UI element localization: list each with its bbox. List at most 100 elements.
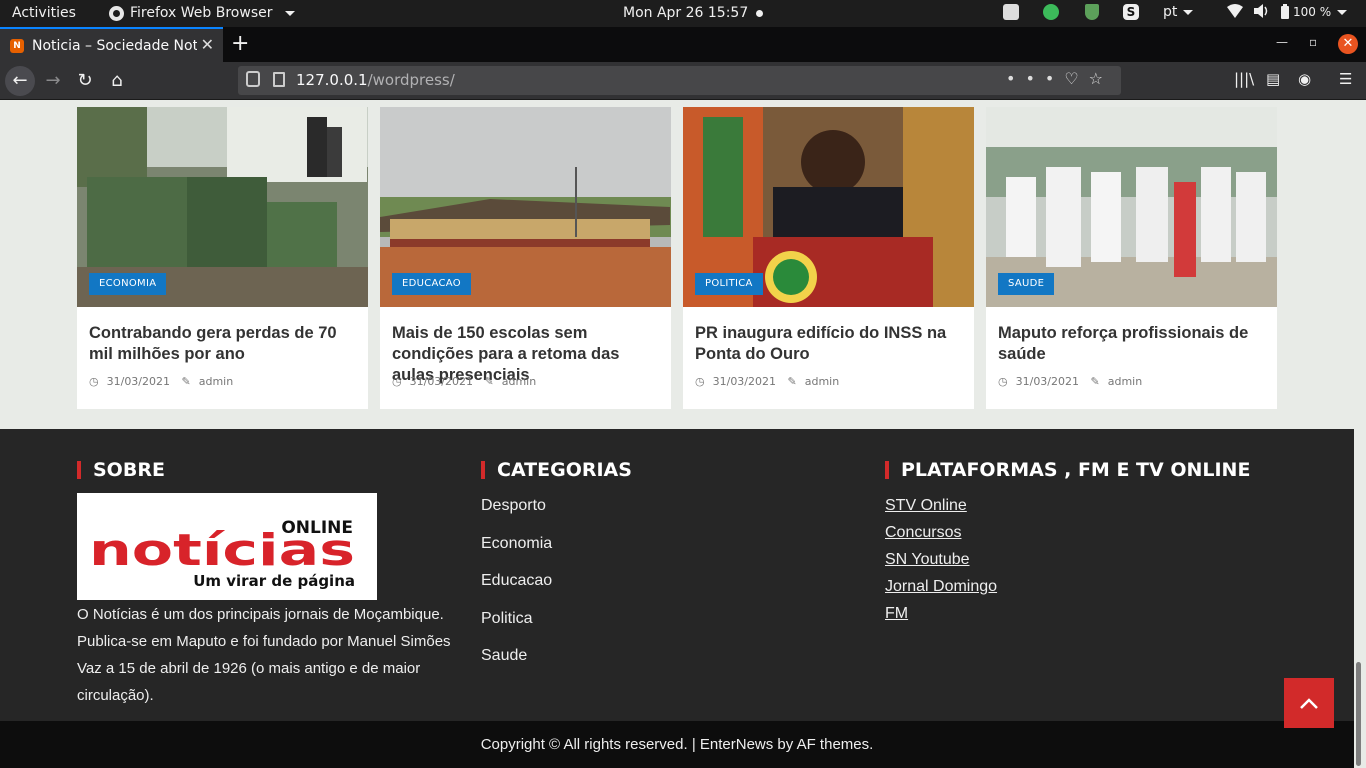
article-date[interactable]: 31/03/2021 <box>1016 375 1079 388</box>
skype-icon[interactable]: S <box>1123 4 1139 20</box>
new-tab-button[interactable]: + <box>231 31 249 56</box>
volume-icon[interactable] <box>1253 3 1271 19</box>
category-badge[interactable]: POLITICA <box>695 273 763 295</box>
app-name: Firefox Web Browser <box>130 5 273 21</box>
article-meta: ◷ 31/03/2021 ✎ admin <box>392 375 544 388</box>
article-title[interactable]: PR inaugura edifício do INSS na Ponta do… <box>695 323 963 365</box>
article-date[interactable]: 31/03/2021 <box>107 375 170 388</box>
article-author[interactable]: admin <box>199 375 233 388</box>
url-bar[interactable]: 127.0.0.1/wordpress/ •••♡☆ <box>238 66 1121 95</box>
account-icon[interactable]: ◉ <box>1298 70 1311 88</box>
article-meta: ◷ 31/03/2021 ✎ admin <box>89 375 241 388</box>
reload-icon[interactable]: ↻ <box>70 66 100 96</box>
edit-icon: ✎ <box>484 375 494 388</box>
copyright-bar: Copyright © All rights reserved. | Enter… <box>0 721 1354 768</box>
article-author[interactable]: admin <box>805 375 839 388</box>
language-selector[interactable]: pt <box>1163 4 1194 20</box>
category-list: Desporto Economia Educacao Politica Saud… <box>481 497 552 685</box>
article-card[interactable]: SAUDE Maputo reforça profissionais de sa… <box>986 107 1277 409</box>
maximize-button[interactable]: ▫ <box>1309 35 1317 49</box>
footer-heading-sobre: SOBRE <box>77 461 165 480</box>
tab-title: Noticia – Sociedade Notícias <box>32 37 197 54</box>
library-icon[interactable]: |||\ <box>1234 70 1254 88</box>
minimize-button[interactable]: — <box>1276 35 1288 49</box>
home-icon[interactable]: ⌂ <box>102 66 132 96</box>
window-close-button[interactable]: ✕ <box>1338 34 1358 54</box>
footer-heading-categorias: CATEGORIAS <box>481 461 632 480</box>
category-badge[interactable]: ECONOMIA <box>89 273 167 295</box>
article-author[interactable]: admin <box>502 375 536 388</box>
category-badge[interactable]: EDUCACAO <box>392 273 471 295</box>
clock[interactable]: Mon Apr 26 15:57 <box>623 5 748 21</box>
bookmark-star-icon[interactable]: ☆ <box>1089 69 1113 88</box>
article-meta: ◷ 31/03/2021 ✎ admin <box>998 375 1150 388</box>
page-content: ECONOMIA Contrabando gera perdas de 70 m… <box>0 100 1354 768</box>
clock-icon: ◷ <box>89 375 99 388</box>
navigation-toolbar: ← → ↻ ⌂ 127.0.0.1/wordpress/ •••♡☆ |||\ … <box>0 62 1366 100</box>
category-link[interactable]: Educacao <box>481 572 552 610</box>
activities-button[interactable]: Activities <box>12 5 76 21</box>
platform-link[interactable]: FM <box>885 605 997 632</box>
tab-close-icon[interactable]: ✕ <box>201 35 214 54</box>
category-link[interactable]: Desporto <box>481 497 552 535</box>
whatsapp-icon[interactable] <box>1043 4 1059 20</box>
article-title[interactable]: Maputo reforça profissionais de saúde <box>998 323 1266 365</box>
shield-icon[interactable] <box>1085 4 1099 20</box>
edit-icon: ✎ <box>787 375 797 388</box>
article-card[interactable]: EDUCACAO Mais de 150 escolas sem condiçõ… <box>380 107 671 409</box>
tab-bar: N Noticia – Sociedade Notícias ✕ + — ▫ <box>0 27 1366 62</box>
platform-link[interactable]: Concursos <box>885 524 997 551</box>
article-meta: ◷ 31/03/2021 ✎ admin <box>695 375 847 388</box>
app-menu[interactable]: Firefox Web Browser <box>109 5 295 21</box>
site-logo[interactable]: ONLINE notícias Um virar de página <box>77 493 377 600</box>
back-icon[interactable]: ← <box>5 66 35 96</box>
clock-icon: ◷ <box>392 375 402 388</box>
system-top-bar: Activities Firefox Web Browser Mon Apr 2… <box>0 0 1366 27</box>
url-text[interactable]: 127.0.0.1/wordpress/ <box>296 71 455 89</box>
tab-active[interactable]: N Noticia – Sociedade Notícias ✕ <box>0 27 223 62</box>
category-link[interactable]: Politica <box>481 610 552 648</box>
edit-icon: ✎ <box>181 375 191 388</box>
site-favicon-icon: N <box>10 38 24 53</box>
platform-link[interactable]: Jornal Domingo <box>885 578 997 605</box>
footer-heading-plataformas: PLATAFORMAS , FM E TV ONLINE <box>885 461 1250 480</box>
tray-screen-icon[interactable] <box>1003 4 1019 20</box>
platform-list: STV Online Concursos SN Youtube Jornal D… <box>885 497 997 632</box>
sidebar-icon[interactable]: ▤ <box>1266 70 1280 88</box>
page-actions-icon[interactable]: ••• <box>1006 69 1064 88</box>
article-date[interactable]: 31/03/2021 <box>713 375 776 388</box>
article-date[interactable]: 31/03/2021 <box>410 375 473 388</box>
edit-icon: ✎ <box>1090 375 1100 388</box>
platform-link[interactable]: SN Youtube <box>885 551 997 578</box>
tracking-protection-icon[interactable] <box>246 71 260 87</box>
logo-main-text: notícias <box>89 525 355 576</box>
clock-icon: ◷ <box>695 375 705 388</box>
notification-dot <box>756 10 763 17</box>
platform-link[interactable]: STV Online <box>885 497 997 524</box>
category-badge[interactable]: SAUDE <box>998 273 1055 295</box>
language-label: pt <box>1163 4 1178 20</box>
logo-tagline-text: Um virar de página <box>193 572 355 590</box>
category-link[interactable]: Saude <box>481 647 552 685</box>
scroll-to-top-button[interactable] <box>1284 678 1334 728</box>
scrollbar-thumb[interactable] <box>1356 662 1361 766</box>
battery-label: 100 % <box>1293 5 1332 19</box>
firefox-icon <box>109 5 124 21</box>
category-link[interactable]: Economia <box>481 535 552 573</box>
forward-icon[interactable]: → <box>38 66 68 96</box>
pocket-icon[interactable]: ♡ <box>1064 69 1088 88</box>
site-footer: SOBRE ONLINE notícias Um virar de página… <box>0 429 1354 721</box>
page-info-icon[interactable] <box>273 72 285 87</box>
article-author[interactable]: admin <box>1108 375 1142 388</box>
article-title[interactable]: Contrabando gera perdas de 70 mil milhõe… <box>89 323 357 365</box>
app-menu-caret-icon <box>284 10 295 16</box>
article-card[interactable]: POLITICA PR inaugura edifício do INSS na… <box>683 107 974 409</box>
about-text: O Notícias é um dos principais jornais d… <box>77 606 451 704</box>
menu-icon[interactable]: ☰ <box>1339 70 1352 88</box>
clock-icon: ◷ <box>998 375 1008 388</box>
wifi-icon[interactable] <box>1226 3 1244 19</box>
battery-status[interactable]: 100 % <box>1280 4 1348 20</box>
chevron-up-icon <box>1300 698 1318 709</box>
battery-icon <box>1281 4 1289 19</box>
article-card[interactable]: ECONOMIA Contrabando gera perdas de 70 m… <box>77 107 368 409</box>
